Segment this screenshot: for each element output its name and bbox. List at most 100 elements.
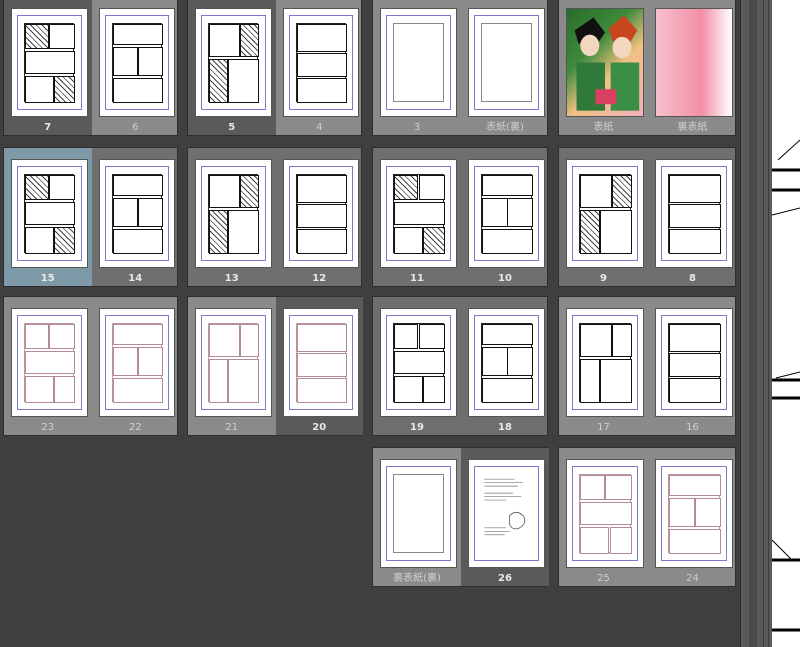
page-thumbnail[interactable]: 23 <box>4 297 92 435</box>
page-number-label: 16 <box>686 422 699 433</box>
manga-panel <box>296 52 347 78</box>
bleed-guide <box>661 466 727 561</box>
page-thumbnail[interactable]: 18 <box>461 297 549 435</box>
page-spread[interactable]: 17 16 <box>558 296 736 436</box>
safe-area <box>579 474 632 554</box>
page-thumbnail[interactable]: 裏表紙 <box>648 0 737 135</box>
page-thumbnail[interactable]: 5 <box>188 0 276 135</box>
manga-panel <box>669 528 721 554</box>
page-thumbnail[interactable]: 8 <box>648 148 737 286</box>
page-thumbnail[interactable]: 13 <box>188 148 276 286</box>
page-thumbnail[interactable]: 24 <box>648 448 737 586</box>
page-spread[interactable]: 13 12 <box>187 147 362 287</box>
manga-panel <box>669 324 721 352</box>
page-spread[interactable]: 11 10 <box>372 147 548 287</box>
page-paper <box>98 308 175 417</box>
page-spread[interactable]: 76 <box>3 0 178 136</box>
scrollbar-divider <box>768 0 769 647</box>
page-spread[interactable]: 23 22 <box>3 296 178 436</box>
page-number-label: 18 <box>498 422 512 433</box>
safe-area <box>393 174 445 254</box>
manga-panel <box>49 324 76 350</box>
manga-panel <box>507 198 533 227</box>
page-thumbnail[interactable]: 26 <box>461 448 549 586</box>
manga-panel <box>137 47 163 76</box>
page-paper <box>566 159 644 268</box>
manga-panel <box>227 209 260 254</box>
bleed-guide <box>288 166 353 261</box>
manga-panel <box>25 76 54 103</box>
manga-panel <box>137 198 163 227</box>
page-spread[interactable]: 3 表紙(裏) <box>372 0 548 136</box>
page-spread[interactable]: 54 <box>187 0 362 136</box>
bleed-guide <box>386 15 451 110</box>
page-thumbnail[interactable]: 12 <box>276 148 364 286</box>
canvas-preview[interactable] <box>772 0 800 647</box>
vertical-scrollbar[interactable] <box>740 0 772 647</box>
page-thumbnail[interactable]: 21 <box>188 297 276 435</box>
page-thumbnail[interactable]: 裏表紙(裏) <box>373 448 461 586</box>
page-thumbnail[interactable]: 17 <box>559 297 648 435</box>
bleed-guide <box>572 166 638 261</box>
page-thumbnail[interactable]: 16 <box>648 297 737 435</box>
manga-panel <box>296 229 347 254</box>
page-number-label: 裏表紙(裏) <box>393 573 441 584</box>
afterword-text <box>481 474 531 552</box>
page-thumbnail[interactable]: 9 <box>559 148 648 286</box>
manga-panel <box>209 358 229 403</box>
page-paper <box>195 308 272 417</box>
page-thumbnail[interactable]: 14 <box>92 148 180 286</box>
page-thumbnail[interactable]: 10 <box>461 148 549 286</box>
page-thumbnail[interactable]: 20 <box>275 297 363 435</box>
safe-area <box>24 174 76 254</box>
page-spread[interactable]: 25 24 <box>558 447 736 587</box>
manga-panel <box>49 24 76 50</box>
manga-panel <box>25 324 49 350</box>
cover-spread[interactable]: 表紙 裏表紙 <box>558 0 736 136</box>
page-thumbnail[interactable]: 19 <box>373 297 461 435</box>
page-manager-panel[interactable]: 7 6 5 4 3 表紙(裏) 表紙 裏表紙 15 14 13 12 11 10 9 8 23 22 21 20 19 1… <box>0 0 740 647</box>
safe-area <box>295 323 347 403</box>
manga-panel <box>669 475 721 497</box>
manga-panel <box>482 198 508 227</box>
page-thumbnail[interactable]: 7 <box>4 0 92 135</box>
page-number-label: 22 <box>128 422 142 433</box>
page-thumbnail[interactable]: 15 <box>4 148 92 286</box>
page-number-label: 13 <box>224 273 239 284</box>
page-spread[interactable]: 98 <box>558 147 736 287</box>
manga-panel <box>394 376 423 403</box>
manga-panel <box>669 352 721 378</box>
page-spread[interactable]: 15 14 <box>3 147 178 287</box>
page-thumbnail[interactable]: 22 <box>92 297 180 435</box>
page-spread[interactable]: 裏表紙(裏) 26 <box>372 447 549 587</box>
page-number-label: 14 <box>128 273 143 284</box>
page-paper <box>566 308 644 417</box>
manga-panel <box>25 51 76 75</box>
page-thumbnail[interactable]: 表紙 <box>559 0 648 135</box>
page-spread[interactable]: 19 18 <box>372 296 548 436</box>
page-thumbnail[interactable]: 3 <box>373 0 461 135</box>
manga-panel <box>112 377 163 403</box>
bleed-guide <box>201 166 266 261</box>
manga-panel <box>694 498 721 527</box>
page-paper <box>11 159 88 268</box>
page-thumbnail[interactable]: 25 <box>559 448 648 586</box>
manga-panel <box>54 227 76 254</box>
page-thumbnail[interactable]: 4 <box>276 0 364 135</box>
manga-panel <box>112 175 163 197</box>
manga-panel <box>54 376 76 403</box>
page-thumbnail[interactable]: 表紙(裏) <box>461 0 549 135</box>
page-number-label: 21 <box>225 422 239 433</box>
page-thumbnail[interactable]: 6 <box>92 0 180 135</box>
page-thumbnail[interactable]: 11 <box>373 148 461 286</box>
bleed-guide <box>386 315 451 410</box>
page-number-label: 4 <box>316 122 323 133</box>
scrollbar-track[interactable] <box>749 0 757 647</box>
safe-area <box>481 174 533 254</box>
manga-panel <box>669 378 721 403</box>
page-spread[interactable]: 21 20 <box>187 296 363 436</box>
page-paper <box>468 8 545 117</box>
manga-panel <box>112 347 138 376</box>
manga-panel <box>209 24 241 57</box>
safe-area <box>208 323 260 403</box>
